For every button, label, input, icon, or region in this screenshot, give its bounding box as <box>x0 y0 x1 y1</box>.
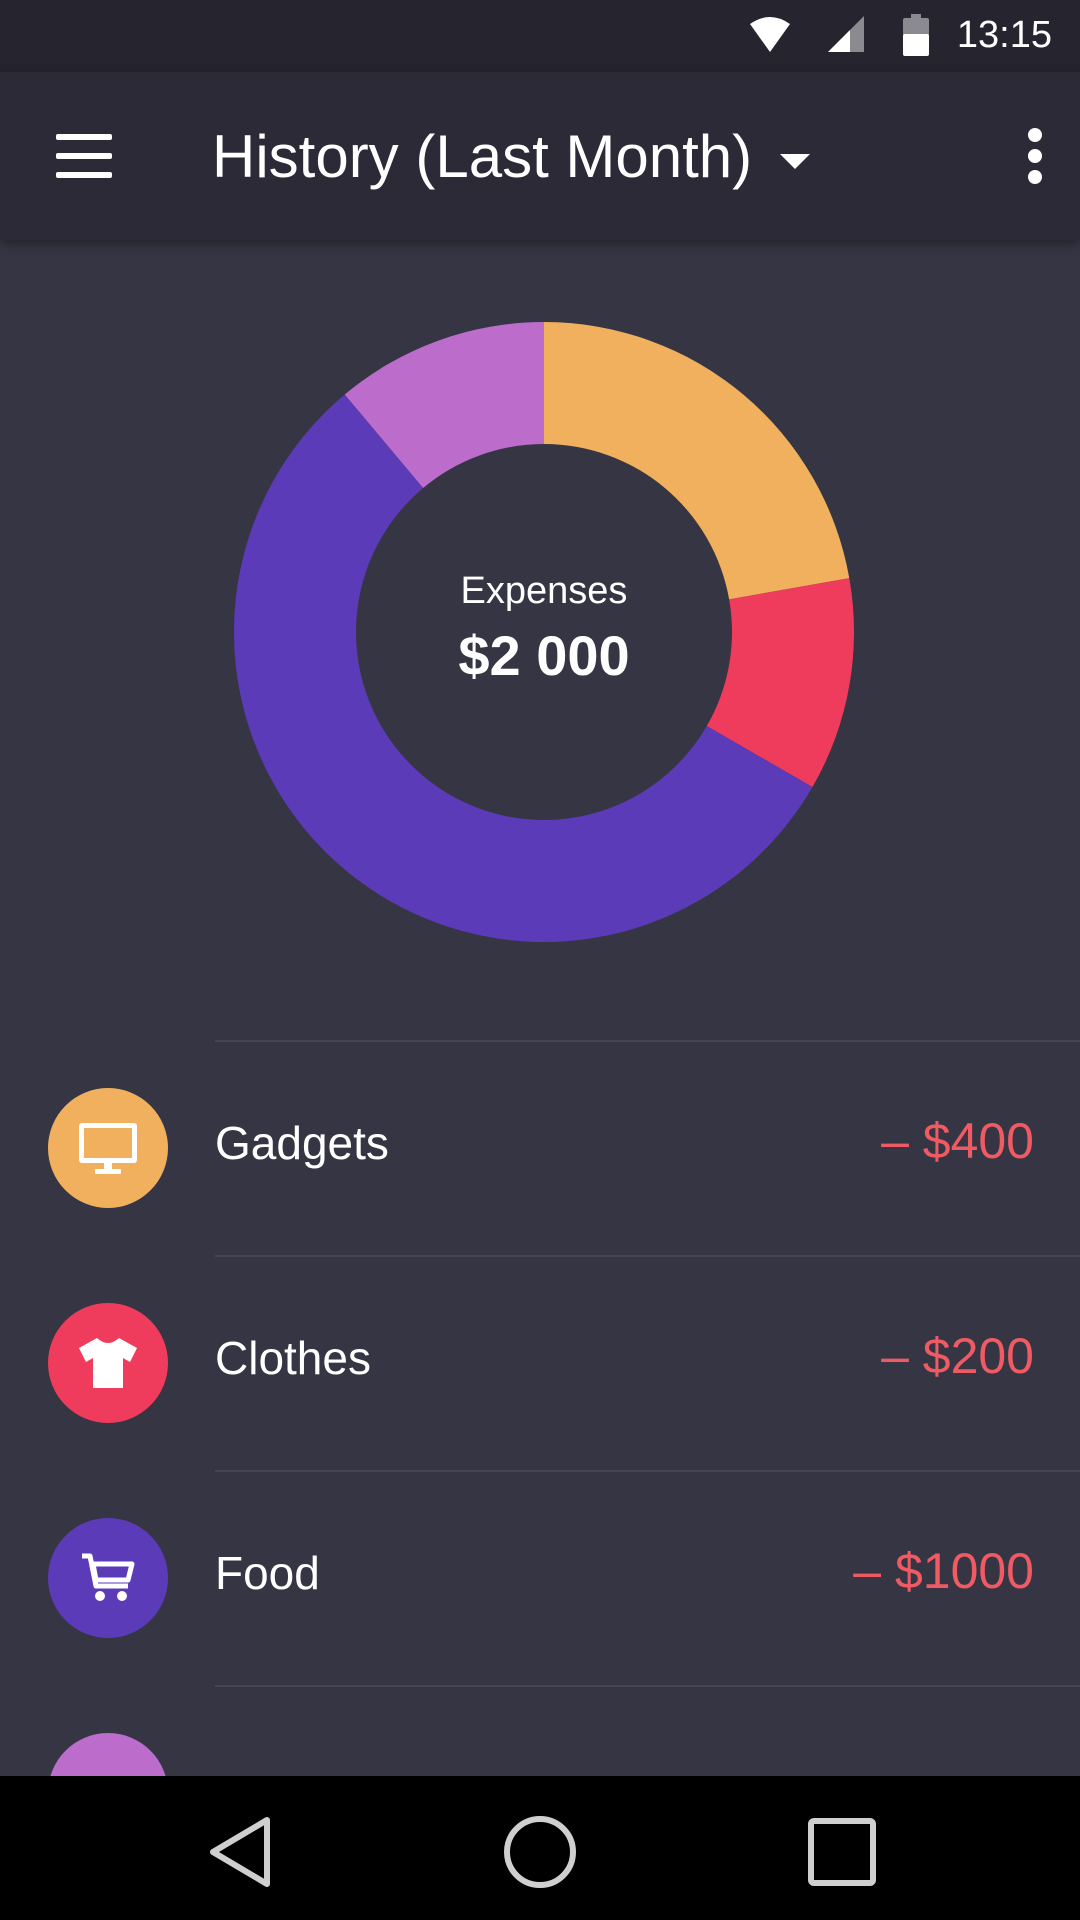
home-icon <box>504 1816 576 1888</box>
category-list: Gadgets – $400 Clothes – $200 Food – $10… <box>0 1040 1080 1900</box>
recents-button[interactable] <box>802 1812 882 1892</box>
more-vert-icon[interactable] <box>1028 128 1044 184</box>
cart-icon <box>82 1553 135 1601</box>
category-amount: – $1000 <box>853 1543 1034 1599</box>
list-item-food[interactable]: Food – $1000 <box>0 1470 1080 1685</box>
page-title: History (Last Month) <box>212 122 753 190</box>
signal-icon <box>828 16 864 52</box>
home-button[interactable] <box>500 1812 580 1892</box>
category-amount: – $200 <box>881 1328 1034 1384</box>
monitor-icon <box>79 1123 137 1174</box>
menu-icon[interactable] <box>56 134 112 178</box>
clothes-icon-circle <box>48 1303 168 1423</box>
category-amount: – $400 <box>881 1113 1034 1169</box>
category-label: Clothes <box>215 1332 371 1384</box>
category-label: Food <box>215 1547 320 1599</box>
status-bar: 13:15 <box>0 0 1080 72</box>
recents-icon <box>808 1818 876 1886</box>
battery-icon <box>903 14 929 56</box>
category-label: Gadgets <box>215 1117 389 1169</box>
donut-chart <box>233 322 854 942</box>
food-icon-circle <box>48 1518 168 1638</box>
system-nav-bar <box>0 1776 1080 1920</box>
list-item-clothes[interactable]: Clothes – $200 <box>0 1255 1080 1470</box>
gadgets-icon-circle <box>48 1088 168 1208</box>
divider <box>215 1685 1080 1687</box>
divider <box>215 1255 1080 1257</box>
expenses-chart: Expenses $2 000 <box>232 320 856 944</box>
wifi-icon <box>750 17 790 52</box>
list-item-gadgets[interactable]: Gadgets – $400 <box>0 1040 1080 1255</box>
status-time: 13:15 <box>956 14 1052 56</box>
divider <box>215 1040 1080 1042</box>
back-button[interactable] <box>200 1812 280 1892</box>
divider <box>215 1470 1080 1472</box>
period-selector[interactable]: History (Last Month) <box>212 116 811 196</box>
tshirt-icon <box>79 1338 137 1388</box>
dropdown-icon <box>780 153 811 169</box>
back-icon <box>210 1817 270 1887</box>
app-bar: History (Last Month) <box>0 72 1080 240</box>
donut-slice-gadgets <box>544 322 850 600</box>
